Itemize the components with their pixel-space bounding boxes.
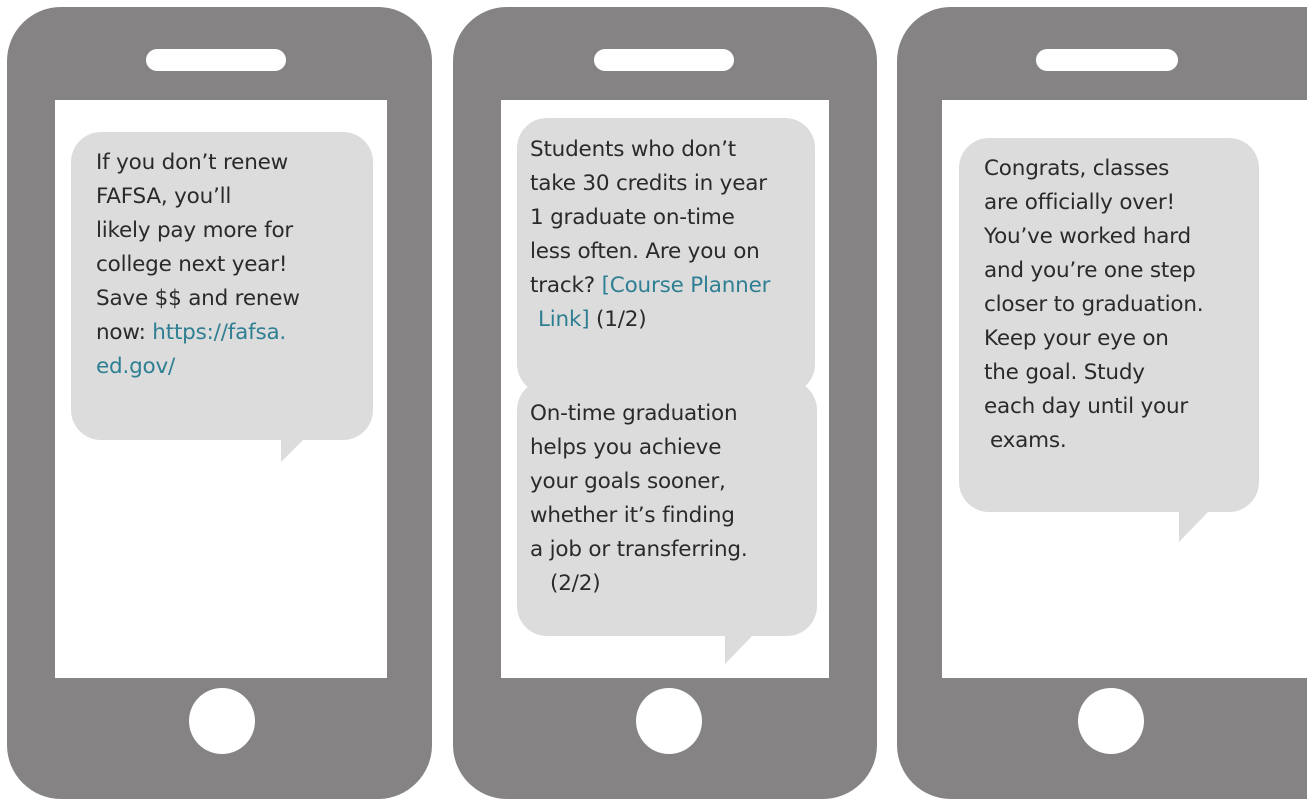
- course-planner-link[interactable]: [Course Planner: [602, 273, 771, 298]
- phone-screen: Congrats, classes are officially over! Y…: [942, 100, 1307, 678]
- fafsa-link-continued[interactable]: ed.gov/: [96, 354, 175, 379]
- course-planner-link-continued[interactable]: Link]: [538, 307, 590, 332]
- bubble-tail: [281, 400, 343, 462]
- phone-2: Students who don’t take 30 credits in ye…: [453, 7, 877, 799]
- illustration: If you don’t renew FAFSA, you’ll likely …: [0, 0, 1307, 803]
- phone-screen: Students who don’t take 30 credits in ye…: [501, 100, 829, 678]
- phone-3: Congrats, classes are officially over! Y…: [897, 7, 1307, 799]
- message-text: If you don’t renew FAFSA, you’ll likely …: [96, 150, 300, 379]
- speaker-slot: [594, 49, 734, 71]
- home-button: [1078, 688, 1144, 754]
- speaker-slot: [1036, 49, 1178, 71]
- home-button: [189, 688, 255, 754]
- phone-1: If you don’t renew FAFSA, you’ll likely …: [7, 7, 432, 799]
- message-text: Congrats, classes are officially over! Y…: [984, 156, 1204, 453]
- message-text-1: Students who don’t take 30 credits in ye…: [530, 137, 771, 332]
- bubble-tail: [1179, 480, 1239, 542]
- phone-screen: If you don’t renew FAFSA, you’ll likely …: [55, 100, 387, 678]
- fafsa-link[interactable]: https://fafsa.: [152, 320, 286, 345]
- home-button: [636, 688, 702, 754]
- speaker-slot: [146, 49, 286, 71]
- bubble-tail: [725, 600, 787, 664]
- message-text-2: On-time graduation helps you achieve you…: [530, 401, 748, 596]
